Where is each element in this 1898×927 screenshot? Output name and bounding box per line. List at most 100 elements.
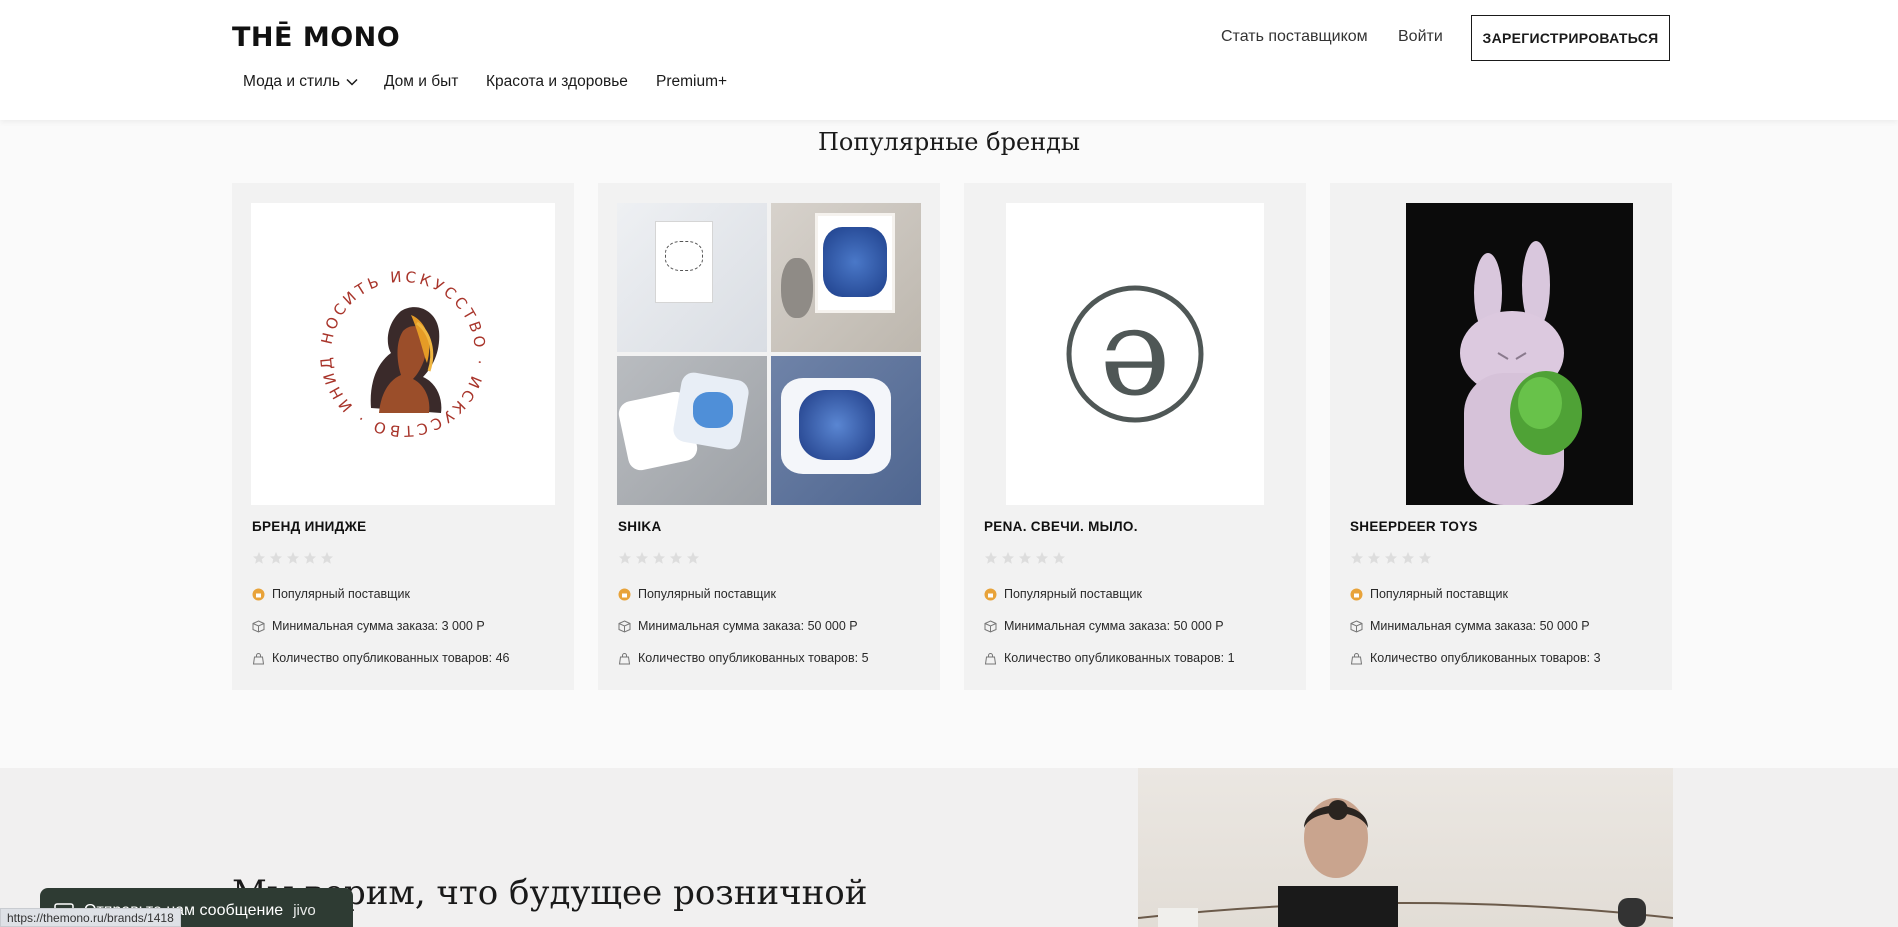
star-icon xyxy=(985,552,997,564)
star-icon xyxy=(619,552,631,564)
star-icon xyxy=(304,552,316,564)
chevron-down-icon xyxy=(346,78,358,86)
brand-name[interactable]: PENA. СВЕЧИ. МЫЛО. xyxy=(984,519,1138,534)
status-bar-url: https://themono.ru/brands/1418 xyxy=(0,908,181,927)
product-photo xyxy=(771,203,921,352)
rating-stars xyxy=(252,551,334,565)
product-photo xyxy=(617,203,767,352)
star-icon xyxy=(1002,552,1014,564)
brand-name[interactable]: БРЕНД ИНИДЖЕ xyxy=(252,519,366,534)
min-order-label: Минимальная сумма заказа: 3 000 Р xyxy=(272,619,485,633)
published-count: Количество опубликованных товаров: 5 xyxy=(618,651,869,665)
become-supplier-link[interactable]: Стать поставщиком xyxy=(1221,28,1368,46)
badge-label: Популярный поставщик xyxy=(1004,587,1142,601)
product-photo xyxy=(617,356,767,505)
published-label: Количество опубликованных товаров: 3 xyxy=(1370,651,1601,665)
brand-card[interactable]: SHEEPDEER TOYS Популярный поставщик Мини… xyxy=(1330,183,1672,690)
min-order: Минимальная сумма заказа: 50 000 Р xyxy=(1350,619,1590,633)
box-icon xyxy=(252,619,265,633)
promo-person-illustration xyxy=(1138,798,1673,927)
star-icon xyxy=(1351,552,1363,564)
min-order: Минимальная сумма заказа: 3 000 Р xyxy=(252,619,485,633)
rating-stars xyxy=(984,551,1066,565)
star-icon xyxy=(687,552,699,564)
badge-label: Популярный поставщик xyxy=(638,587,776,601)
brand-logo-image xyxy=(617,203,921,505)
published-label: Количество опубликованных товаров: 46 xyxy=(272,651,510,665)
box-icon xyxy=(984,619,997,633)
category-label: Мода и стиль xyxy=(243,73,340,90)
popular-supplier-badge: Популярный поставщик xyxy=(618,587,776,601)
brand-logo-image xyxy=(1349,203,1653,505)
brand-logo-image: НОСИТЬ ИСКУССТВО · ИСКУССТВО · ИНИДЖЕ xyxy=(251,203,555,505)
published-count: Количество опубликованных товаров: 1 xyxy=(984,651,1235,665)
star-icon xyxy=(1402,552,1414,564)
popular-supplier-badge: Популярный поставщик xyxy=(252,587,410,601)
star-icon xyxy=(270,552,282,564)
star-icon xyxy=(1019,552,1031,564)
star-icon xyxy=(1385,552,1397,564)
category-label: Красота и здоровье xyxy=(486,73,628,90)
category-home[interactable]: Дом и быт xyxy=(384,73,458,91)
box-icon xyxy=(618,619,631,633)
star-icon xyxy=(1368,552,1380,564)
box-icon xyxy=(1350,619,1363,633)
popular-supplier-badge: Популярный поставщик xyxy=(1350,587,1508,601)
brand-name[interactable]: SHIKA xyxy=(618,519,662,534)
badge-label: Популярный поставщик xyxy=(1370,587,1508,601)
min-order: Минимальная сумма заказа: 50 000 Р xyxy=(984,619,1224,633)
bag-icon xyxy=(984,652,997,664)
site-logo[interactable]: THĒ MONO xyxy=(232,22,400,53)
chat-brand: jivo xyxy=(293,902,316,919)
star-icon xyxy=(1419,552,1431,564)
min-order-label: Минимальная сумма заказа: 50 000 Р xyxy=(1370,619,1590,633)
star-icon xyxy=(1053,552,1065,564)
svg-text:НОСИТЬ ИСКУССТВО · ИСКУССТВО ·: НОСИТЬ ИСКУССТВО · ИСКУССТВО · ИНИДЖЕ xyxy=(251,203,489,440)
star-icon xyxy=(321,552,333,564)
brand-logo-image: ə xyxy=(983,203,1287,505)
category-label: Premium+ xyxy=(656,73,728,90)
category-premium[interactable]: Premium+ xyxy=(656,73,727,91)
logo-ring-text: НОСИТЬ ИСКУССТВО · ИСКУССТВО · ИНИДЖЕ xyxy=(251,203,486,440)
brand-name[interactable]: SHEEPDEER TOYS xyxy=(1350,519,1478,534)
star-icon xyxy=(1036,552,1048,564)
star-icon xyxy=(287,552,299,564)
bag-icon xyxy=(618,652,631,664)
published-count: Количество опубликованных товаров: 46 xyxy=(252,651,510,665)
rating-stars xyxy=(1350,551,1432,565)
brand-card[interactable]: НОСИТЬ ИСКУССТВО · ИСКУССТВО · ИНИДЖЕ БР… xyxy=(232,183,574,690)
promo-photo xyxy=(1138,768,1673,927)
toy-photo xyxy=(1460,241,1582,505)
star-icon xyxy=(653,552,665,564)
rating-stars xyxy=(618,551,700,565)
site-header: THĒ MONO Стать поставщиком Войти ЗАРЕГИС… xyxy=(0,0,1898,120)
logo-glyph: ə xyxy=(1099,284,1170,423)
min-order: Минимальная сумма заказа: 50 000 Р xyxy=(618,619,858,633)
bag-icon xyxy=(1350,652,1363,664)
star-icon xyxy=(670,552,682,564)
badge-icon xyxy=(984,588,997,600)
category-beauty[interactable]: Красота и здоровье xyxy=(486,73,628,91)
published-label: Количество опубликованных товаров: 1 xyxy=(1004,651,1235,665)
badge-label: Популярный поставщик xyxy=(272,587,410,601)
login-link[interactable]: Войти xyxy=(1398,28,1443,46)
category-fashion[interactable]: Мода и стиль xyxy=(243,73,359,91)
star-icon xyxy=(636,552,648,564)
popular-supplier-badge: Популярный поставщик xyxy=(984,587,1142,601)
bag-icon xyxy=(252,652,265,664)
min-order-label: Минимальная сумма заказа: 50 000 Р xyxy=(1004,619,1224,633)
brand-card[interactable]: ə PENA. СВЕЧИ. МЫЛО. Популярный поставщи… xyxy=(964,183,1306,690)
published-label: Количество опубликованных товаров: 5 xyxy=(638,651,869,665)
star-icon xyxy=(253,552,265,564)
min-order-label: Минимальная сумма заказа: 50 000 Р xyxy=(638,619,858,633)
badge-icon xyxy=(618,588,631,600)
category-label: Дом и быт xyxy=(384,73,459,90)
pena-logo: ə xyxy=(1066,284,1204,423)
section-title: Популярные бренды xyxy=(817,128,1081,156)
register-button[interactable]: ЗАРЕГИСТРИРОВАТЬСЯ xyxy=(1471,15,1670,61)
badge-icon xyxy=(1350,588,1363,600)
badge-icon xyxy=(252,588,265,600)
product-photo xyxy=(771,356,921,505)
inidzhe-logo: НОСИТЬ ИСКУССТВО · ИСКУССТВО · ИНИДЖЕ xyxy=(251,203,489,440)
brand-card[interactable]: SHIKA Популярный поставщик Минимальная с… xyxy=(598,183,940,690)
